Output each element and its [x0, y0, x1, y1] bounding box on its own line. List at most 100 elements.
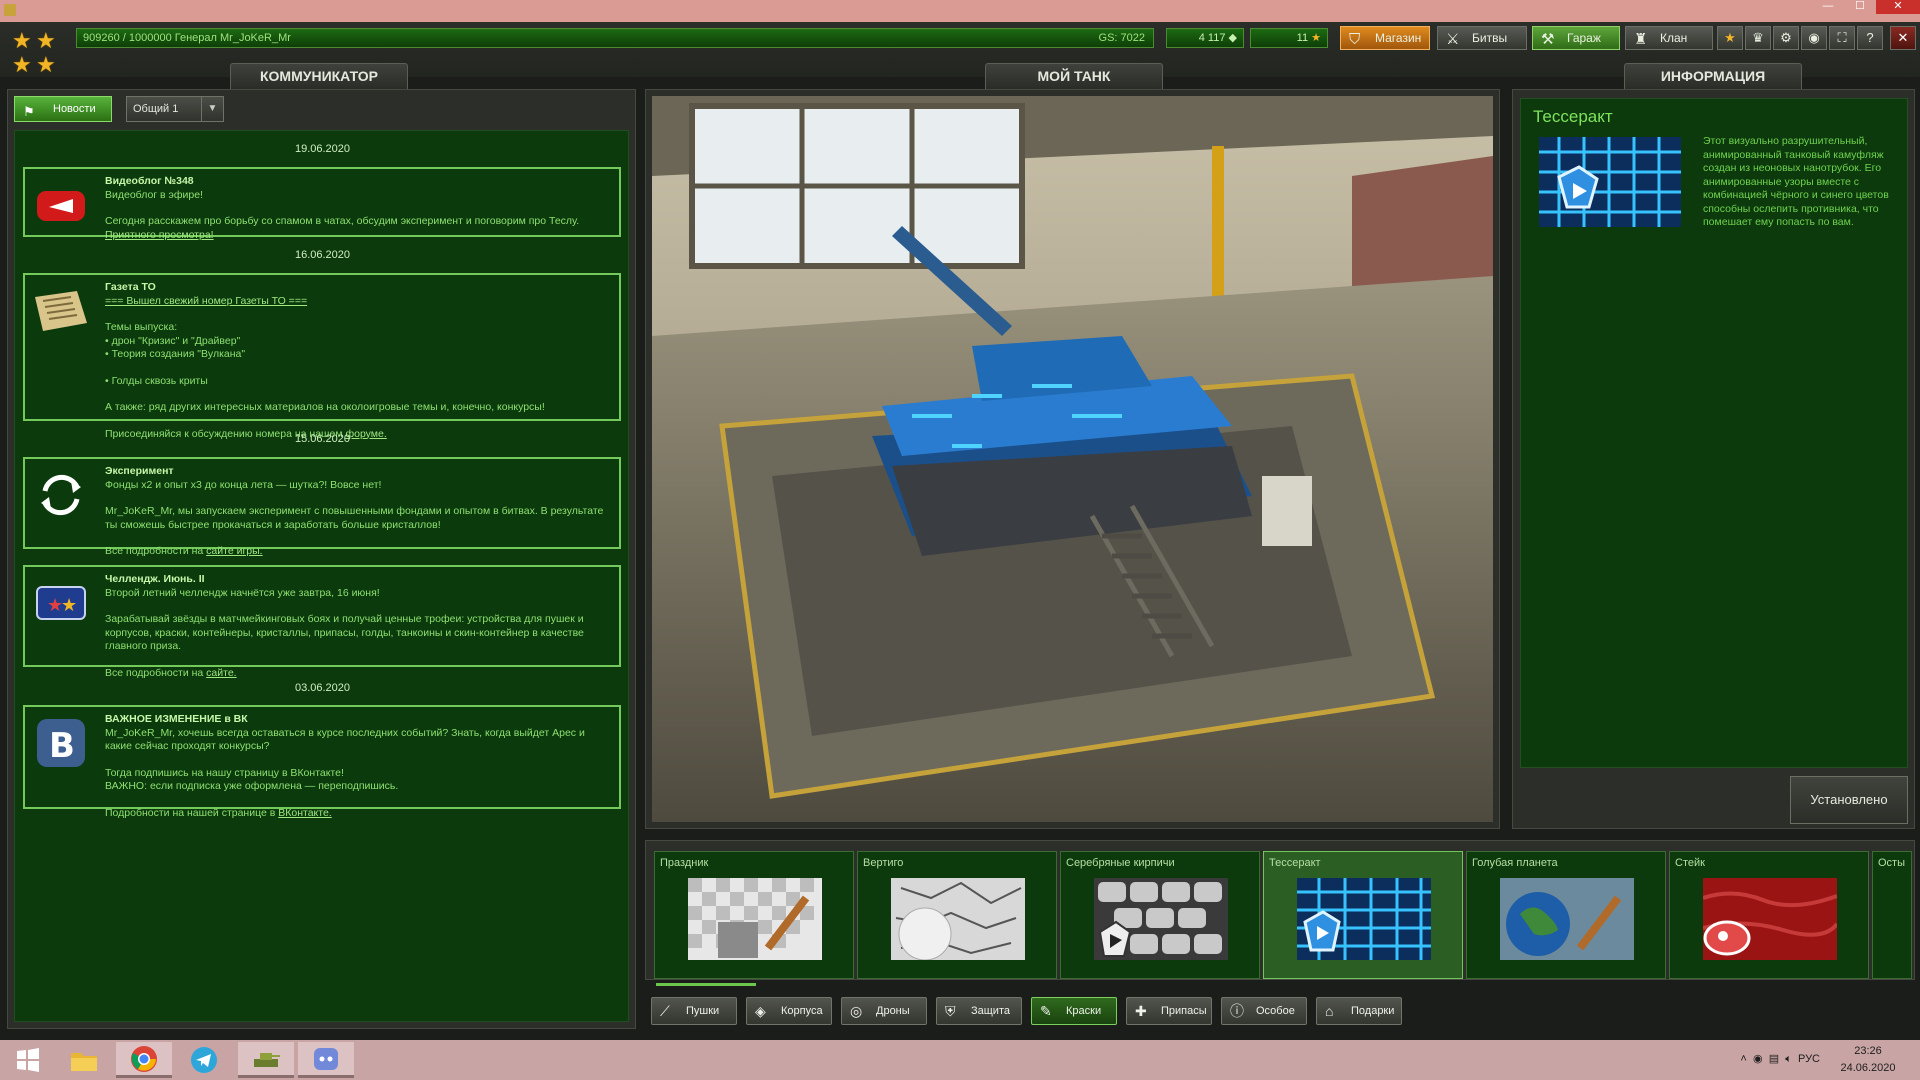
system-tray: ˄ ◉ ▤ 🔈︎ РУС: [1740, 1052, 1820, 1066]
shop-label: Магазин: [1375, 31, 1422, 45]
news-text: ВАЖНО: если подписка уже оформлена — пер…: [105, 780, 399, 792]
tab-supplies[interactable]: ✚ Припасы: [1126, 997, 1212, 1025]
steak-icon: [1703, 878, 1837, 960]
sound-icon-button[interactable]: ◉: [1801, 26, 1827, 50]
language-indicator[interactable]: РУС: [1798, 1053, 1820, 1065]
news-text: Mr_JoKeR_Mr, хочешь всегда оставаться в …: [105, 726, 585, 753]
news-text: Подробности на нашей странице в ВКонтакт…: [105, 806, 332, 819]
tab-drones[interactable]: ◎ Дроны: [841, 997, 927, 1025]
tab-communicator[interactable]: КОММУНИКАТОР: [230, 63, 408, 89]
item-card-tesseract[interactable]: Тессеракт: [1263, 851, 1463, 979]
item-title: Тессеракт: [1533, 107, 1613, 126]
chrome-icon[interactable]: [116, 1042, 172, 1078]
news-text: Сегодня расскажем про борьбу со спамом в…: [105, 215, 580, 241]
news-title: Челлендж. Июнь. II: [105, 573, 205, 585]
game-close-icon-button[interactable]: ✕: [1890, 26, 1916, 50]
news-link[interactable]: === Вышел свежий номер Газеты ТО ===: [105, 295, 307, 307]
news-link[interactable]: ВКонтакте.: [278, 807, 331, 819]
crystals-counter[interactable]: 4 117 ◆: [1166, 28, 1244, 48]
windows-start-icon[interactable]: [0, 1042, 56, 1078]
battles-icon: ⚔: [1446, 31, 1460, 48]
clock-date: 24.06.2020: [1840, 1062, 1896, 1074]
item-card-blue-planet[interactable]: Голубая планета: [1466, 851, 1666, 979]
tab-paints[interactable]: ✎ Краски: [1031, 997, 1117, 1025]
news-link[interactable]: сайте.: [206, 667, 236, 679]
file-explorer-icon[interactable]: [56, 1042, 112, 1078]
tab-special[interactable]: ⓘ Особое: [1221, 997, 1307, 1025]
news-date: 15.06.2020: [294, 433, 351, 445]
experience-bar: 909260 / 1000000 Генерал Mr_JoKeR_Mr GS:…: [76, 28, 1154, 48]
tab-hulls[interactable]: ◈ Корпуса: [746, 997, 832, 1025]
maximize-button[interactable]: ☐: [1844, 0, 1876, 14]
tesseract-icon: [1297, 878, 1431, 960]
taskbar-clock[interactable]: 23:26 24.06.2020: [1828, 1043, 1908, 1077]
help-icon-button[interactable]: ?: [1857, 26, 1883, 50]
settings-icon-button[interactable]: ⚙: [1773, 26, 1799, 50]
item-card-vertigo[interactable]: Вертиго: [857, 851, 1057, 979]
paint-bucket-icon: [688, 878, 822, 960]
news-card: Газета ТО === Вышел свежий номер Газеты …: [23, 273, 621, 440]
item-card-silver-bricks[interactable]: Серебряные кирпичи: [1060, 851, 1260, 979]
stars-counter[interactable]: 11 ★: [1250, 28, 1328, 48]
discord-icon[interactable]: [298, 1042, 354, 1078]
installed-button[interactable]: Установлено: [1790, 776, 1908, 824]
battles-button[interactable]: ⚔ Битвы: [1437, 26, 1527, 50]
vk-icon: B: [31, 715, 91, 771]
tank-3d-viewport[interactable]: [652, 96, 1493, 822]
my-tank-panel: [645, 89, 1500, 829]
channel-select-value: Общий 1: [133, 103, 179, 115]
gear-score: GS: 7022: [1098, 32, 1145, 44]
steam-icon[interactable]: ◉: [1753, 1053, 1763, 1065]
item-card-holiday[interactable]: Праздник: [654, 851, 854, 979]
item-card-steak[interactable]: Стейк: [1669, 851, 1869, 979]
svg-text:B: B: [49, 726, 75, 766]
tray-up-arrow-icon[interactable]: ˄: [1740, 1053, 1746, 1065]
news-text: А также: ряд других интересных материало…: [105, 401, 545, 413]
shield-icon: ⛨: [945, 1003, 956, 1019]
item-description: Этот визуально разрушительный, анимирова…: [1703, 135, 1889, 228]
news-button[interactable]: ⚑ Новости: [14, 96, 112, 122]
news-text: Все подробности на сайте.: [105, 666, 237, 679]
tab-gifts[interactable]: ⌂ Подарки: [1316, 997, 1402, 1025]
shop-button[interactable]: ⛉ Магазин: [1340, 26, 1430, 50]
news-text: Mr_JoKeR_Mr, мы запускаем эксперимент с …: [105, 505, 604, 531]
clan-label: Клан: [1660, 31, 1688, 45]
tab-guns[interactable]: ⟋ Пушки: [651, 997, 737, 1025]
achievements-icon-button[interactable]: ♛: [1745, 26, 1771, 50]
rank-star-icon: ★: [36, 52, 56, 77]
garage-button[interactable]: ⚒ Гараж: [1532, 26, 1620, 50]
tab-protection[interactable]: ⛨ Защита: [936, 997, 1022, 1025]
items-carousel[interactable]: Праздник Вертиго Серебряные кирпичи Тесс…: [645, 840, 1915, 986]
rank-star-icon: ★: [36, 28, 56, 53]
minimize-button[interactable]: —: [1812, 0, 1844, 14]
news-link[interactable]: сайте игры.: [206, 545, 262, 557]
window-close-button[interactable]: ✕: [1876, 0, 1920, 14]
tab-label: Пушки: [686, 1005, 720, 1017]
tab-information[interactable]: ИНФОРМАЦИЯ: [1624, 63, 1802, 89]
news-text: Видеоблог в эфире!: [105, 188, 204, 201]
network-icon[interactable]: ▤: [1769, 1053, 1779, 1065]
news-text: Фонды x2 и опыт x3 до конца лета — шутка…: [105, 478, 382, 491]
news-feed[interactable]: 19.06.2020 Видеоблог №348 Видеоблог в эф…: [14, 130, 629, 1022]
tab-label: Корпуса: [781, 1005, 823, 1017]
tab-label: Припасы: [1161, 1005, 1207, 1017]
refresh-icon: [31, 467, 91, 523]
tab-my-tank[interactable]: МОЙ ТАНК: [985, 63, 1163, 89]
telegram-icon[interactable]: [176, 1042, 232, 1078]
star-icon-button[interactable]: ★: [1717, 26, 1743, 50]
tanki-online-icon[interactable]: [238, 1042, 294, 1078]
information-panel: Тессеракт Этот визуально разрушительный,…: [1512, 89, 1915, 829]
carousel-scrollbar[interactable]: [656, 983, 756, 986]
clan-button[interactable]: ♜ Клан: [1625, 26, 1713, 50]
volume-icon[interactable]: 🔈︎: [1785, 1053, 1792, 1065]
channel-select[interactable]: Общий 1 ▼: [126, 96, 224, 122]
news-link[interactable]: Приятного просмотра!: [105, 229, 214, 241]
item-card-partial[interactable]: Осты: [1872, 851, 1912, 979]
clan-icon: ♜: [1634, 31, 1648, 48]
item-label: Стейк: [1675, 857, 1705, 869]
drone-icon: ◎: [850, 1003, 863, 1019]
tab-label: Подарки: [1351, 1005, 1395, 1017]
fullscreen-icon-button[interactable]: ⛶: [1829, 26, 1855, 50]
flag-icon: ⚑: [23, 104, 35, 119]
app-icon: [4, 4, 16, 16]
